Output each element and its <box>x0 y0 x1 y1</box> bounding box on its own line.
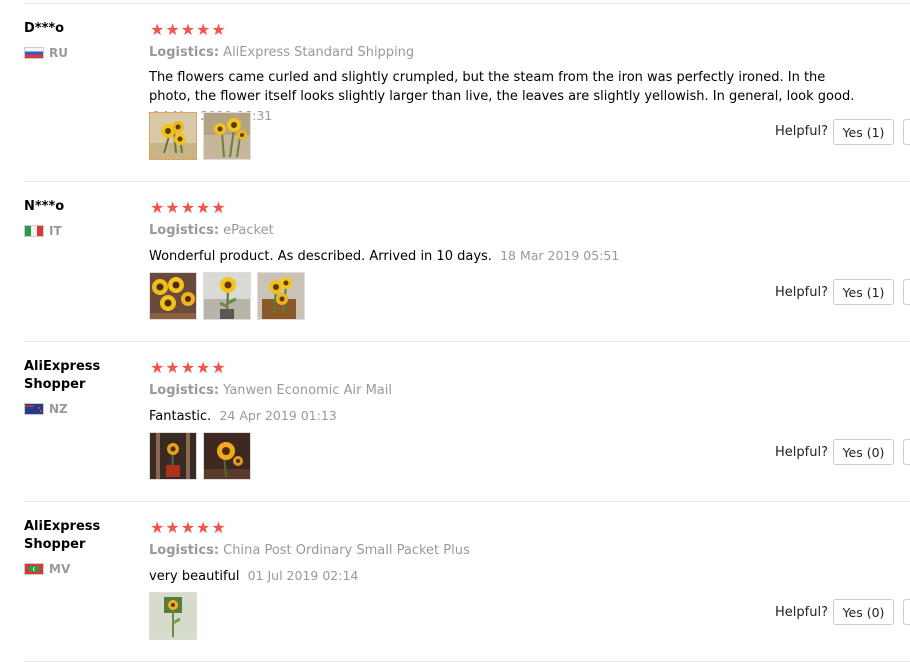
review-image-thumbnail[interactable] <box>203 272 251 320</box>
helpful-label: Helpful? <box>775 285 828 300</box>
helpful-yes-button[interactable]: Yes (0) <box>833 599 894 625</box>
review-images <box>149 432 251 480</box>
review-body: Wonderful product. As described. Arrived… <box>149 249 492 264</box>
sunflower-photo-icon <box>150 433 196 479</box>
helpful-yes-button[interactable]: Yes (1) <box>833 119 894 145</box>
helpful-yes-button[interactable]: Yes (0) <box>833 439 894 465</box>
review-image-thumbnail[interactable] <box>149 432 197 480</box>
helpful-label: Helpful? <box>775 605 828 620</box>
helpful-yes-button[interactable]: Yes (1) <box>833 279 894 305</box>
logistics-info: Logistics: AliExpress Standard Shipping <box>149 45 414 60</box>
sunflower-photo-icon <box>204 433 250 479</box>
review-image-thumbnail[interactable] <box>149 272 197 320</box>
logistics-method: ePacket <box>223 223 274 238</box>
review-image-thumbnail[interactable] <box>149 592 197 640</box>
review-item: N***o IT ★★★★★ Logistics: ePacket Wonder… <box>0 182 910 342</box>
russia-flag-icon <box>24 47 44 59</box>
maldives-flag-icon <box>24 563 44 575</box>
sunflower-photo-icon <box>204 273 250 319</box>
star-rating: ★★★★★ <box>150 358 227 377</box>
sunflower-photo-icon <box>150 113 196 159</box>
country-code: MV <box>49 562 71 576</box>
review-text: Fantastic. 24 Apr 2019 01:13 <box>149 406 869 426</box>
star-rating: ★★★★★ <box>150 518 227 537</box>
country-code: RU <box>49 46 68 60</box>
logistics-method: AliExpress Standard Shipping <box>223 45 415 60</box>
logistics-method: Yanwen Economic Air Mail <box>223 383 392 398</box>
review-images <box>149 112 251 160</box>
logistics-label: Logistics: <box>149 383 220 398</box>
reviewer-name: N***o <box>24 199 65 214</box>
reviewer-name: D***o <box>24 21 65 36</box>
new-zealand-flag-icon <box>24 403 44 415</box>
helpful-label: Helpful? <box>775 445 828 460</box>
review-body: Fantastic. <box>149 409 212 424</box>
logistics-label: Logistics: <box>149 45 220 60</box>
review-body: very beautiful <box>149 569 240 584</box>
review-image-thumbnail[interactable] <box>257 272 305 320</box>
review-image-thumbnail[interactable] <box>203 432 251 480</box>
italy-flag-icon <box>24 225 44 237</box>
country-code: IT <box>49 224 62 238</box>
review-item: AliExpress Shopper NZ ★★★★★ Logistics: Y… <box>0 342 910 502</box>
logistics-label: Logistics: <box>149 543 220 558</box>
reviewer-country: RU <box>24 45 134 61</box>
logistics-info: Logistics: Yanwen Economic Air Mail <box>149 383 392 398</box>
helpful-label: Helpful? <box>775 124 828 139</box>
review-image-thumbnail[interactable] <box>149 112 197 160</box>
star-rating: ★★★★★ <box>150 198 227 217</box>
review-date: 01 Jul 2019 02:14 <box>247 568 359 583</box>
logistics-info: Logistics: ePacket <box>149 223 274 238</box>
review-images <box>149 272 305 320</box>
sunflower-photo-icon <box>258 273 304 319</box>
sunflower-photo-icon <box>204 113 250 159</box>
reviewer-name: AliExpress Shopper <box>24 519 101 552</box>
reviewer-name: AliExpress Shopper <box>24 359 101 392</box>
review-image-thumbnail[interactable] <box>203 112 251 160</box>
logistics-info: Logistics: China Post Ordinary Small Pac… <box>149 543 470 558</box>
star-rating: ★★★★★ <box>150 20 227 39</box>
review-images <box>149 592 197 640</box>
reviewer-country: NZ <box>24 401 134 417</box>
review-item: AliExpress Shopper MV ★★★★★ Logistics: C… <box>0 502 910 662</box>
review-date: 18 Mar 2019 05:51 <box>500 248 620 263</box>
review-item: D***o RU ★★★★★ Logistics: AliExpress Sta… <box>0 4 910 182</box>
reviewer-country: MV <box>24 561 134 577</box>
review-date: 24 Apr 2019 01:13 <box>219 408 337 423</box>
review-text: The flowers came curled and slightly cru… <box>149 68 869 126</box>
helpful-no-button[interactable] <box>903 599 910 625</box>
review-divider <box>24 661 910 662</box>
helpful-no-button[interactable] <box>903 119 910 145</box>
helpful-no-button[interactable] <box>903 439 910 465</box>
country-code: NZ <box>49 402 68 416</box>
review-text: very beautiful 01 Jul 2019 02:14 <box>149 566 869 586</box>
helpful-no-button[interactable] <box>903 279 910 305</box>
review-text: Wonderful product. As described. Arrived… <box>149 246 869 266</box>
review-body: The flowers came curled and slightly cru… <box>149 70 855 104</box>
logistics-method: China Post Ordinary Small Packet Plus <box>223 543 470 558</box>
sunflower-photo-icon <box>150 593 196 639</box>
sunflower-photo-icon <box>150 273 196 319</box>
logistics-label: Logistics: <box>149 223 220 238</box>
reviewer-country: IT <box>24 223 134 239</box>
